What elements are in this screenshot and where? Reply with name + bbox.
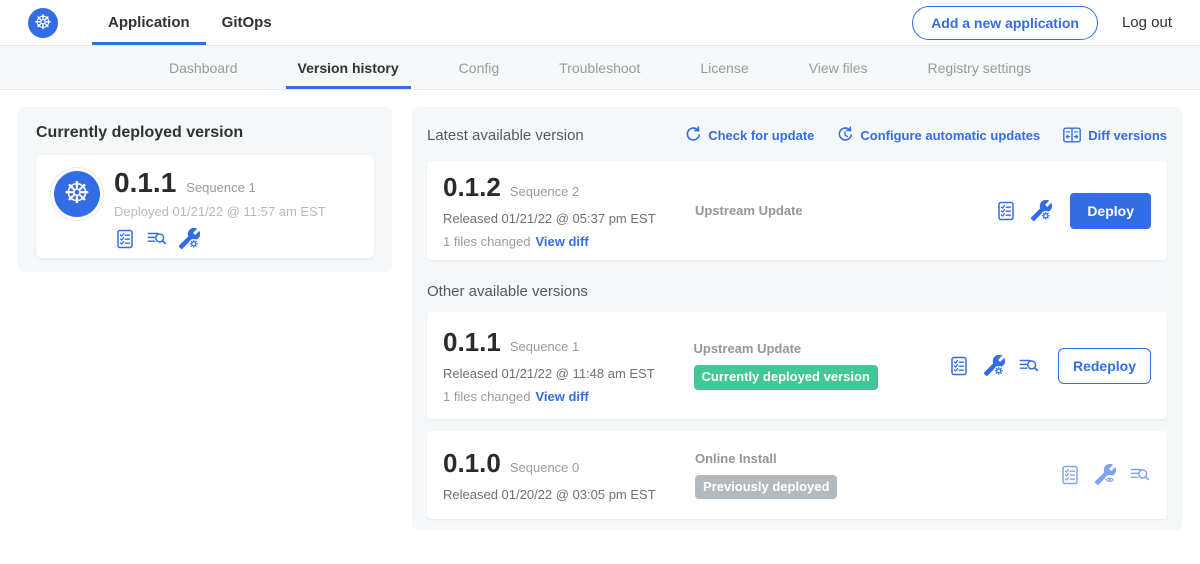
sequence-label: Sequence 0	[510, 460, 579, 475]
other-versions-heading: Other available versions	[427, 283, 1167, 300]
header-right: Add a new application Log out	[912, 6, 1200, 40]
source-label: Upstream Update	[694, 341, 948, 356]
subnav-label: License	[700, 60, 748, 76]
version-number: 0.1.0	[443, 448, 501, 479]
latest-version-heading: Latest available version	[427, 127, 584, 144]
edit-config-icon[interactable]	[1030, 200, 1052, 222]
version-source: Upstream Update	[695, 203, 951, 218]
panel-actions: Check for update Configure automatic upd…	[684, 125, 1167, 145]
deploy-button[interactable]: Deploy	[1070, 193, 1151, 229]
sequence-label: Sequence 1	[510, 339, 579, 354]
version-history-panel: Latest available version Check for updat…	[412, 107, 1182, 530]
currently-deployed-title: Currently deployed version	[36, 124, 374, 142]
version-info: 0.1.2 Sequence 2 Released 01/21/22 @ 05:…	[443, 172, 695, 249]
kubernetes-logo-icon: ☸	[28, 8, 58, 38]
version-actions: Redeploy	[948, 348, 1151, 384]
view-diff-link[interactable]: View diff	[535, 234, 588, 249]
edit-config-icon[interactable]	[983, 355, 1005, 377]
source-label: Upstream Update	[695, 203, 951, 218]
view-config-icon[interactable]	[1094, 464, 1116, 486]
currently-deployed-card: Currently deployed version ☸ 0.1.1 Seque…	[18, 107, 392, 272]
released-timestamp: Released 01/21/22 @ 11:48 am EST	[443, 366, 694, 381]
subnav-label: Version history	[298, 60, 399, 76]
sequence-label: Sequence 2	[510, 184, 579, 199]
preflight-checklist-icon[interactable]	[1059, 464, 1081, 486]
subnav-item-troubleshoot[interactable]: Troubleshoot	[555, 46, 644, 89]
subnav-item-config[interactable]: Config	[455, 46, 503, 89]
version-card-0-1-0: 0.1.0 Sequence 0 Released 01/20/22 @ 03:…	[427, 431, 1167, 519]
preflight-checklist-icon[interactable]	[948, 355, 970, 377]
version-info: 0.1.1 Sequence 1 Released 01/21/22 @ 11:…	[443, 327, 694, 404]
subnav-label: Registry settings	[928, 60, 1031, 76]
subnav-item-version-history[interactable]: Version history	[294, 46, 403, 89]
kubernetes-wheel-glyph: ☸	[64, 179, 91, 209]
app-logo-icon: ☸	[54, 171, 100, 217]
app-subnav: Dashboard Version history Config Trouble…	[0, 46, 1200, 90]
version-actions: Deploy	[995, 193, 1151, 229]
version-source: Upstream Update Currently deployed versi…	[694, 341, 948, 389]
deployed-version-actions	[114, 228, 326, 250]
check-for-update-label: Check for update	[708, 128, 814, 143]
version-line: 0.1.1 Sequence 1	[443, 327, 694, 358]
subnav-label: Dashboard	[169, 60, 238, 76]
preflight-checklist-icon[interactable]	[114, 228, 136, 250]
currently-deployed-badge: Currently deployed version	[694, 365, 878, 389]
subnav-label: Troubleshoot	[559, 60, 640, 76]
deploy-logs-icon[interactable]	[1129, 464, 1151, 486]
version-source: Online Install Previously deployed	[695, 451, 951, 499]
view-diff-link[interactable]: View diff	[535, 389, 588, 404]
tab-application[interactable]: Application	[92, 0, 206, 45]
subnav-item-registry-settings[interactable]: Registry settings	[924, 46, 1035, 89]
version-number: 0.1.2	[443, 172, 501, 203]
version-line: 0.1.2 Sequence 2	[443, 172, 695, 203]
refresh-icon	[684, 126, 702, 144]
configure-automatic-updates-label: Configure automatic updates	[860, 128, 1040, 143]
version-actions	[1059, 464, 1151, 486]
deployed-timestamp: Deployed 01/21/22 @ 11:57 am EST	[114, 204, 326, 219]
configure-automatic-updates-link[interactable]: Configure automatic updates	[836, 126, 1040, 144]
logout-link[interactable]: Log out	[1122, 14, 1172, 31]
files-changed-line: 1 files changed View diff	[443, 389, 694, 404]
subnav-label: View files	[809, 60, 868, 76]
check-for-update-link[interactable]: Check for update	[684, 126, 814, 144]
deploy-logs-icon[interactable]	[146, 228, 168, 250]
app-header: ☸ Application GitOps Add a new applicati…	[0, 0, 1200, 46]
sequence-label: Sequence 1	[186, 180, 255, 195]
latest-version-header: Latest available version Check for updat…	[427, 122, 1167, 148]
redeploy-button[interactable]: Redeploy	[1058, 348, 1151, 384]
deployed-version-info: 0.1.1 Sequence 1 Deployed 01/21/22 @ 11:…	[114, 167, 326, 246]
released-timestamp: Released 01/21/22 @ 05:37 pm EST	[443, 211, 695, 226]
version-line: 0.1.1 Sequence 1	[114, 167, 326, 199]
add-application-button[interactable]: Add a new application	[912, 6, 1098, 40]
kubernetes-wheel-glyph: ☸	[34, 13, 52, 33]
subnav-label: Config	[459, 60, 499, 76]
version-number: 0.1.1	[114, 167, 176, 199]
version-card-0-1-1: 0.1.1 Sequence 1 Released 01/21/22 @ 11:…	[427, 312, 1167, 419]
tab-gitops-label: GitOps	[222, 14, 272, 31]
version-line: 0.1.0 Sequence 0	[443, 448, 695, 479]
version-info: 0.1.0 Sequence 0 Released 01/20/22 @ 03:…	[443, 448, 695, 502]
tab-application-label: Application	[108, 14, 190, 31]
version-card-0-1-2: 0.1.2 Sequence 2 Released 01/21/22 @ 05:…	[427, 161, 1167, 260]
diff-versions-link[interactable]: Diff versions	[1062, 125, 1167, 145]
released-timestamp: Released 01/20/22 @ 03:05 pm EST	[443, 487, 695, 502]
subnav-item-dashboard[interactable]: Dashboard	[165, 46, 242, 89]
files-changed-label: 1 files changed	[443, 389, 530, 404]
subnav-item-view-files[interactable]: View files	[805, 46, 872, 89]
preflight-checklist-icon[interactable]	[995, 200, 1017, 222]
diff-versions-label: Diff versions	[1088, 128, 1167, 143]
diff-versions-icon	[1062, 125, 1082, 145]
edit-config-icon[interactable]	[178, 228, 200, 250]
files-changed-line: 1 files changed View diff	[443, 234, 695, 249]
deployed-version-tile: ☸ 0.1.1 Sequence 1 Deployed 01/21/22 @ 1…	[36, 155, 374, 258]
files-changed-label: 1 files changed	[443, 234, 530, 249]
header-tabs: Application GitOps	[92, 0, 288, 45]
tab-gitops[interactable]: GitOps	[206, 0, 288, 45]
previously-deployed-badge: Previously deployed	[695, 475, 837, 499]
auto-update-clock-icon	[836, 126, 854, 144]
deploy-logs-icon[interactable]	[1018, 355, 1040, 377]
source-label: Online Install	[695, 451, 951, 466]
version-number: 0.1.1	[443, 327, 501, 358]
subnav-item-license[interactable]: License	[696, 46, 752, 89]
